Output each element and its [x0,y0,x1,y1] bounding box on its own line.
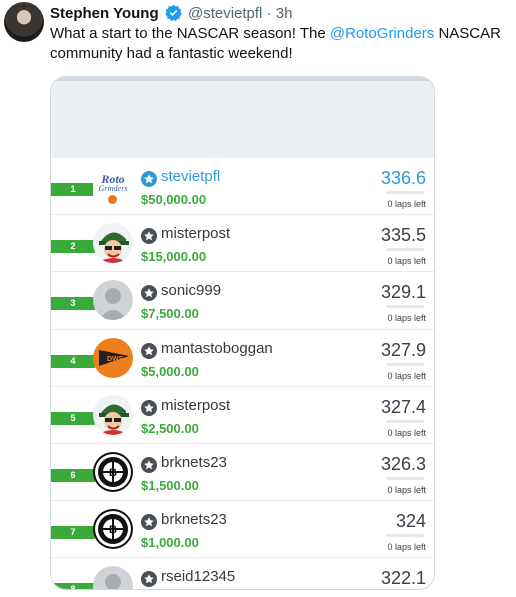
svg-text:B: B [109,467,117,479]
star-icon [141,342,157,359]
prize-amount: $15,000.00 [141,249,207,265]
user-avatar[interactable] [93,223,133,264]
laps-progress-bar [386,419,424,423]
username[interactable]: stevietpfl [161,168,220,185]
mention-link[interactable]: @RotoGrinders [330,25,434,42]
rank-badge: 4 [51,354,102,368]
rank-badge: 1 [51,183,102,196]
laps-left: 0 laps left [387,427,426,438]
image-header-band [51,77,434,157]
star-icon [141,571,157,588]
username[interactable]: mantastoboggan [161,340,273,357]
prize-amount: $1,500.00 [141,478,199,493]
laps-progress-bar [386,191,424,194]
laps-left: 0 laps left [387,542,426,553]
username[interactable]: brknets23 [161,454,227,471]
svg-text:B: B [109,524,117,536]
laps-left: 0 laps left [387,370,426,381]
user-avatar[interactable]: B [93,452,133,492]
leaderboard-row[interactable]: 6 Bbrknets23 $1,500.00 326.3 0 laps left [51,443,434,500]
tweet-text: What a start to the NASCAR season! The @… [50,24,510,64]
laps-left: 0 laps left [387,199,426,209]
tweet-timestamp[interactable]: 3h [276,5,293,22]
prize-amount: $1,000.00 [141,535,199,551]
laps-progress-bar [386,305,424,309]
leaderboard-row[interactable]: 8 rseid12345 322.1 [51,557,434,589]
laps-progress-bar [386,248,424,252]
author-name[interactable]: Stephen Young [50,5,159,22]
tweet-text-start: What a start to the NASCAR season! The [50,25,330,42]
rank-badge: 2 [51,240,102,254]
rank-badge: 3 [51,297,102,311]
rank-badge: 8 [51,583,102,589]
prize-amount: $5,000.00 [141,363,199,379]
star-icon [141,457,157,473]
leaderboard-row[interactable]: 7 Bbrknets23 $1,000.00 324 0 laps left [51,500,434,557]
user-avatar[interactable]: Roto Grinders [93,166,133,206]
prize-amount: $7,500.00 [141,306,199,322]
username[interactable]: brknets23 [161,511,227,528]
star-icon [141,514,157,531]
username[interactable]: misterpost [161,225,230,242]
prize-amount: $50,000.00 [141,192,207,207]
fantasy-score: 322.1 [380,568,426,589]
username[interactable]: rseid12345 [161,568,235,585]
laps-progress-bar [386,362,424,366]
fantasy-score: 326.3 [380,454,426,474]
fantasy-score: 327.9 [380,339,426,360]
user-avatar[interactable] [93,394,133,435]
star-icon [141,228,157,245]
laps-left: 0 laps left [387,256,426,267]
username[interactable]: misterpost [161,397,230,414]
star-icon [141,171,157,187]
rank-badge: 6 [51,469,102,482]
user-avatar[interactable] [93,566,133,589]
user-avatar[interactable]: DWS [93,337,133,378]
leaderboard-row[interactable]: 5 misterpost $2,500.00 327.4 0 laps left [51,385,434,443]
leaderboard-row[interactable]: 1 Roto Grinders stevietpfl $50,000.00 336.6 0 … [51,157,434,214]
fantasy-score: 335.5 [380,225,426,246]
fantasy-score: 336.6 [380,168,426,188]
user-avatar[interactable] [93,280,133,321]
tweet-image[interactable]: 1 Roto Grinders stevietpfl $50,000.00 336.6 0 … [50,76,435,590]
leaderboard-row[interactable]: 4 DWS mantastoboggan $5,000.00 327.9 0 laps l… [51,328,434,386]
author-handle[interactable]: @stevietpfl [188,5,262,22]
fantasy-score: 329.1 [380,282,426,303]
fantasy-score: 324 [395,511,426,532]
star-icon [141,399,157,416]
fantasy-score: 327.4 [380,396,426,417]
author-avatar[interactable] [4,2,44,42]
laps-progress-bar [386,477,424,480]
star-icon [141,285,157,302]
leaderboard-row[interactable]: 3 sonic999 $7,500.00 329.1 0 laps left [51,271,434,328]
prize-amount: $2,500.00 [141,420,199,436]
leaderboard-row[interactable]: 2 misterpost $15,000.00 335.5 0 laps left [51,214,434,271]
svg-text:DWS: DWS [107,356,124,363]
username[interactable]: sonic999 [161,282,221,299]
user-avatar[interactable]: B [93,509,133,550]
rank-badge: 7 [51,526,102,540]
laps-left: 0 laps left [387,485,426,495]
laps-left: 0 laps left [387,313,426,324]
rank-badge: 5 [51,411,102,425]
meta-separator: · [266,5,272,22]
laps-progress-bar [386,534,424,538]
